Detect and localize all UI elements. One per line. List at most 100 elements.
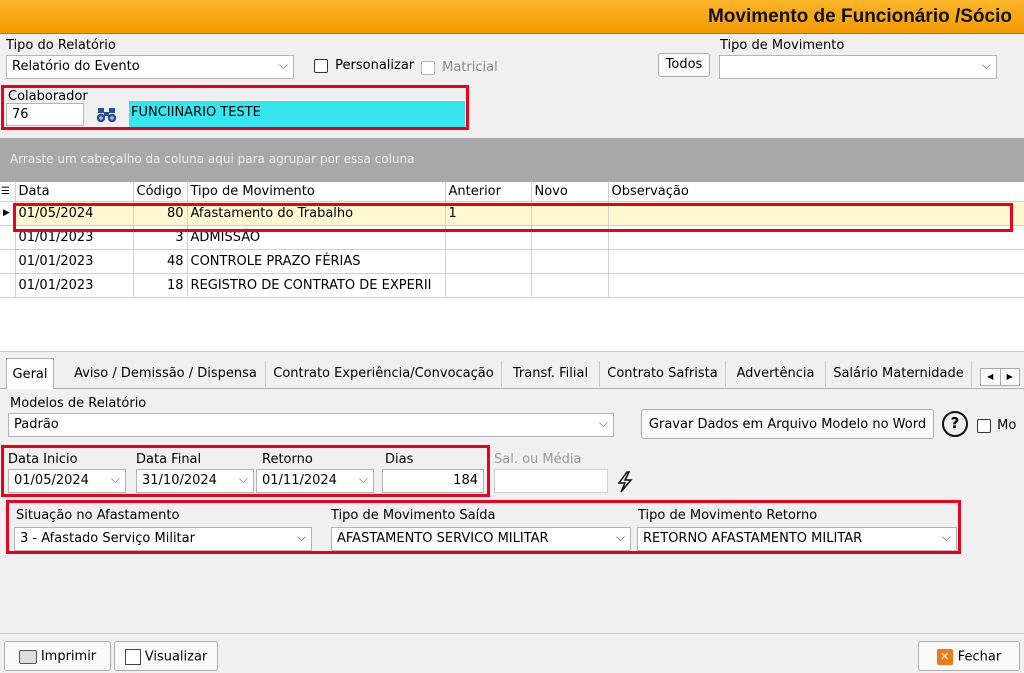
- cell-tipo[interactable]: Afastamento do Trabalho: [186, 200, 446, 226]
- printer-icon: [18, 649, 37, 664]
- imprimir-label: Imprimir: [40, 649, 97, 664]
- tab-scroll-left-icon[interactable]: ◀: [981, 369, 1001, 385]
- modelos-label: Modelos de Relatório: [10, 396, 147, 411]
- tab-advertencia[interactable]: Advertência: [726, 361, 826, 387]
- tab-transf-filial[interactable]: Transf. Filial: [502, 361, 600, 387]
- cell-tipo[interactable]: ADMISSÃO: [186, 224, 446, 250]
- table-row[interactable]: 01/01/2023 3 ADMISSÃO: [0, 224, 1024, 250]
- chevron-down-icon: ⌵: [296, 530, 306, 544]
- tab-salario-maternidade[interactable]: Salário Maternidade: [826, 361, 972, 387]
- title-bar: Movimento de Funcionário /Sócio: [0, 0, 1024, 34]
- movements-grid: ☰ Data Código Tipo de Movimento Anterior…: [0, 182, 1024, 352]
- cell-data[interactable]: 01/05/2024: [14, 200, 134, 226]
- table-row[interactable]: 01/01/2023 18 REGISTRO DE CONTRATO DE EX…: [0, 272, 1024, 298]
- cell-data[interactable]: 01/01/2023: [14, 272, 134, 298]
- visualizar-label: Visualizar: [144, 649, 208, 665]
- modelos-select[interactable]: Padrão ⌵: [8, 413, 614, 437]
- checkbox-box[interactable]: [314, 58, 328, 73]
- binoculars-search-icon[interactable]: [96, 106, 118, 124]
- column-header-data[interactable]: Data: [14, 182, 134, 202]
- mov-saida-select[interactable]: AFASTAMENTO SERVICO MILITAR ⌵: [331, 527, 631, 551]
- tab-aviso-demissao[interactable]: Aviso / Demissão / Dispensa: [66, 361, 266, 387]
- gravar-word-button[interactable]: Gravar Dados em Arquivo Modelo no Word: [641, 409, 934, 439]
- cell-codigo[interactable]: 3: [132, 224, 188, 250]
- data-inicio-label: Data Inicio: [8, 452, 78, 467]
- data-inicio-picker[interactable]: 01/05/2024 ⌵: [8, 469, 126, 493]
- visualizar-button[interactable]: Visualizar: [114, 641, 218, 671]
- mov-saida-value: AFASTAMENTO SERVICO MILITAR: [337, 531, 549, 546]
- tab-scroll-right-icon[interactable]: ▶: [1001, 369, 1020, 385]
- data-final-picker[interactable]: 31/10/2024 ⌵: [136, 469, 254, 493]
- tab-geral[interactable]: Geral: [6, 358, 54, 389]
- situacao-select[interactable]: 3 - Afastado Serviço Militar ⌵: [14, 527, 312, 551]
- preview-magnifier-icon: [124, 649, 141, 665]
- column-chooser-icon[interactable]: ☰: [0, 182, 16, 202]
- table-row[interactable]: 01/01/2023 48 CONTROLE PRAZO FÉRIAS: [0, 248, 1024, 274]
- cell-anterior[interactable]: 1: [444, 200, 532, 226]
- cell-codigo[interactable]: 48: [132, 248, 188, 274]
- chevron-down-icon: ⌵: [941, 530, 951, 544]
- column-header-observacao[interactable]: Observação: [607, 182, 1024, 202]
- close-icon: ✕: [936, 649, 953, 665]
- retorno-picker[interactable]: 01/11/2024 ⌵: [256, 469, 374, 493]
- table-row[interactable]: ▶ 01/05/2024 80 Afastamento do Trabalho …: [0, 200, 1024, 226]
- mov-retorno-value: RETORNO AFASTAMENTO MILITAR: [643, 531, 863, 546]
- colaborador-code-input[interactable]: 76: [6, 103, 84, 126]
- cell-anterior[interactable]: [444, 248, 532, 274]
- cell-novo[interactable]: [530, 272, 609, 298]
- cell-codigo[interactable]: 80: [132, 200, 188, 226]
- todos-button[interactable]: Todos: [658, 53, 710, 77]
- cell-data[interactable]: 01/01/2023: [14, 224, 134, 250]
- tipo-relatorio-value: Relatório do Evento: [12, 59, 140, 74]
- lightning-icon[interactable]: [615, 471, 635, 493]
- cell-anterior[interactable]: [444, 224, 532, 250]
- sal-media-input[interactable]: [494, 469, 608, 493]
- cell-observacao[interactable]: [607, 272, 1024, 298]
- tab-scroll-buttons: ◀ ▶: [980, 368, 1020, 386]
- group-by-panel[interactable]: Arraste um cabeçalho da coluna aqui para…: [0, 138, 1024, 182]
- column-header-anterior[interactable]: Anterior: [444, 182, 532, 202]
- row-indicator: [0, 272, 16, 298]
- cell-tipo[interactable]: CONTROLE PRAZO FÉRIAS: [186, 248, 446, 274]
- movements-table: ☰ Data Código Tipo de Movimento Anterior…: [0, 182, 1024, 298]
- row-indicator-icon: ▶: [0, 200, 16, 226]
- window-title: Movimento de Funcionário /Sócio: [707, 6, 1012, 27]
- tipo-movimento-label: Tipo de Movimento: [720, 38, 845, 53]
- mo-checkbox[interactable]: Mo: [977, 418, 1016, 433]
- colaborador-name-field: FUNCIINARIO TESTE: [129, 101, 465, 128]
- checkbox-box[interactable]: [977, 418, 991, 433]
- dias-input[interactable]: 184: [382, 469, 484, 493]
- cell-observacao[interactable]: [607, 224, 1024, 250]
- chevron-down-icon: ⌵: [238, 472, 248, 486]
- tipo-movimento-select[interactable]: ⌵: [719, 55, 997, 79]
- cell-observacao[interactable]: [607, 200, 1024, 226]
- cell-observacao[interactable]: [607, 248, 1024, 274]
- checkbox-box[interactable]: [421, 60, 435, 75]
- personalizar-label: Personalizar: [335, 58, 415, 73]
- cell-codigo[interactable]: 18: [132, 272, 188, 298]
- help-icon[interactable]: ?: [942, 411, 968, 437]
- tab-contrato-experiencia[interactable]: Contrato Experiência/Convocação: [266, 361, 502, 387]
- dias-label: Dias: [385, 452, 414, 467]
- column-header-codigo[interactable]: Código: [132, 182, 188, 202]
- chevron-down-icon: ⌵: [110, 472, 120, 486]
- table-header-row: ☰ Data Código Tipo de Movimento Anterior…: [0, 182, 1024, 202]
- tab-contrato-safrista[interactable]: Contrato Safrista: [600, 361, 726, 387]
- fechar-button[interactable]: ✕ Fechar: [918, 641, 1020, 671]
- cell-novo[interactable]: [530, 248, 609, 274]
- cell-novo[interactable]: [530, 224, 609, 250]
- footer-bar: Imprimir Visualizar ✕ Fechar: [0, 633, 1024, 673]
- cell-data[interactable]: 01/01/2023: [14, 248, 134, 274]
- cell-tipo[interactable]: REGISTRO DE CONTRATO DE EXPERII: [186, 272, 446, 298]
- column-header-novo[interactable]: Novo: [530, 182, 609, 202]
- data-final-value: 31/10/2024: [142, 473, 217, 488]
- matricial-checkbox[interactable]: Matricial: [421, 60, 498, 75]
- column-header-tipo[interactable]: Tipo de Movimento: [186, 182, 446, 202]
- chevron-down-icon: ⌵: [358, 472, 368, 486]
- personalizar-checkbox[interactable]: Personalizar: [314, 58, 414, 73]
- cell-novo[interactable]: [530, 200, 609, 226]
- mov-retorno-select[interactable]: RETORNO AFASTAMENTO MILITAR ⌵: [637, 527, 957, 551]
- imprimir-button[interactable]: Imprimir: [4, 641, 111, 671]
- cell-anterior[interactable]: [444, 272, 532, 298]
- tipo-relatorio-select[interactable]: Relatório do Evento ⌵: [6, 55, 294, 79]
